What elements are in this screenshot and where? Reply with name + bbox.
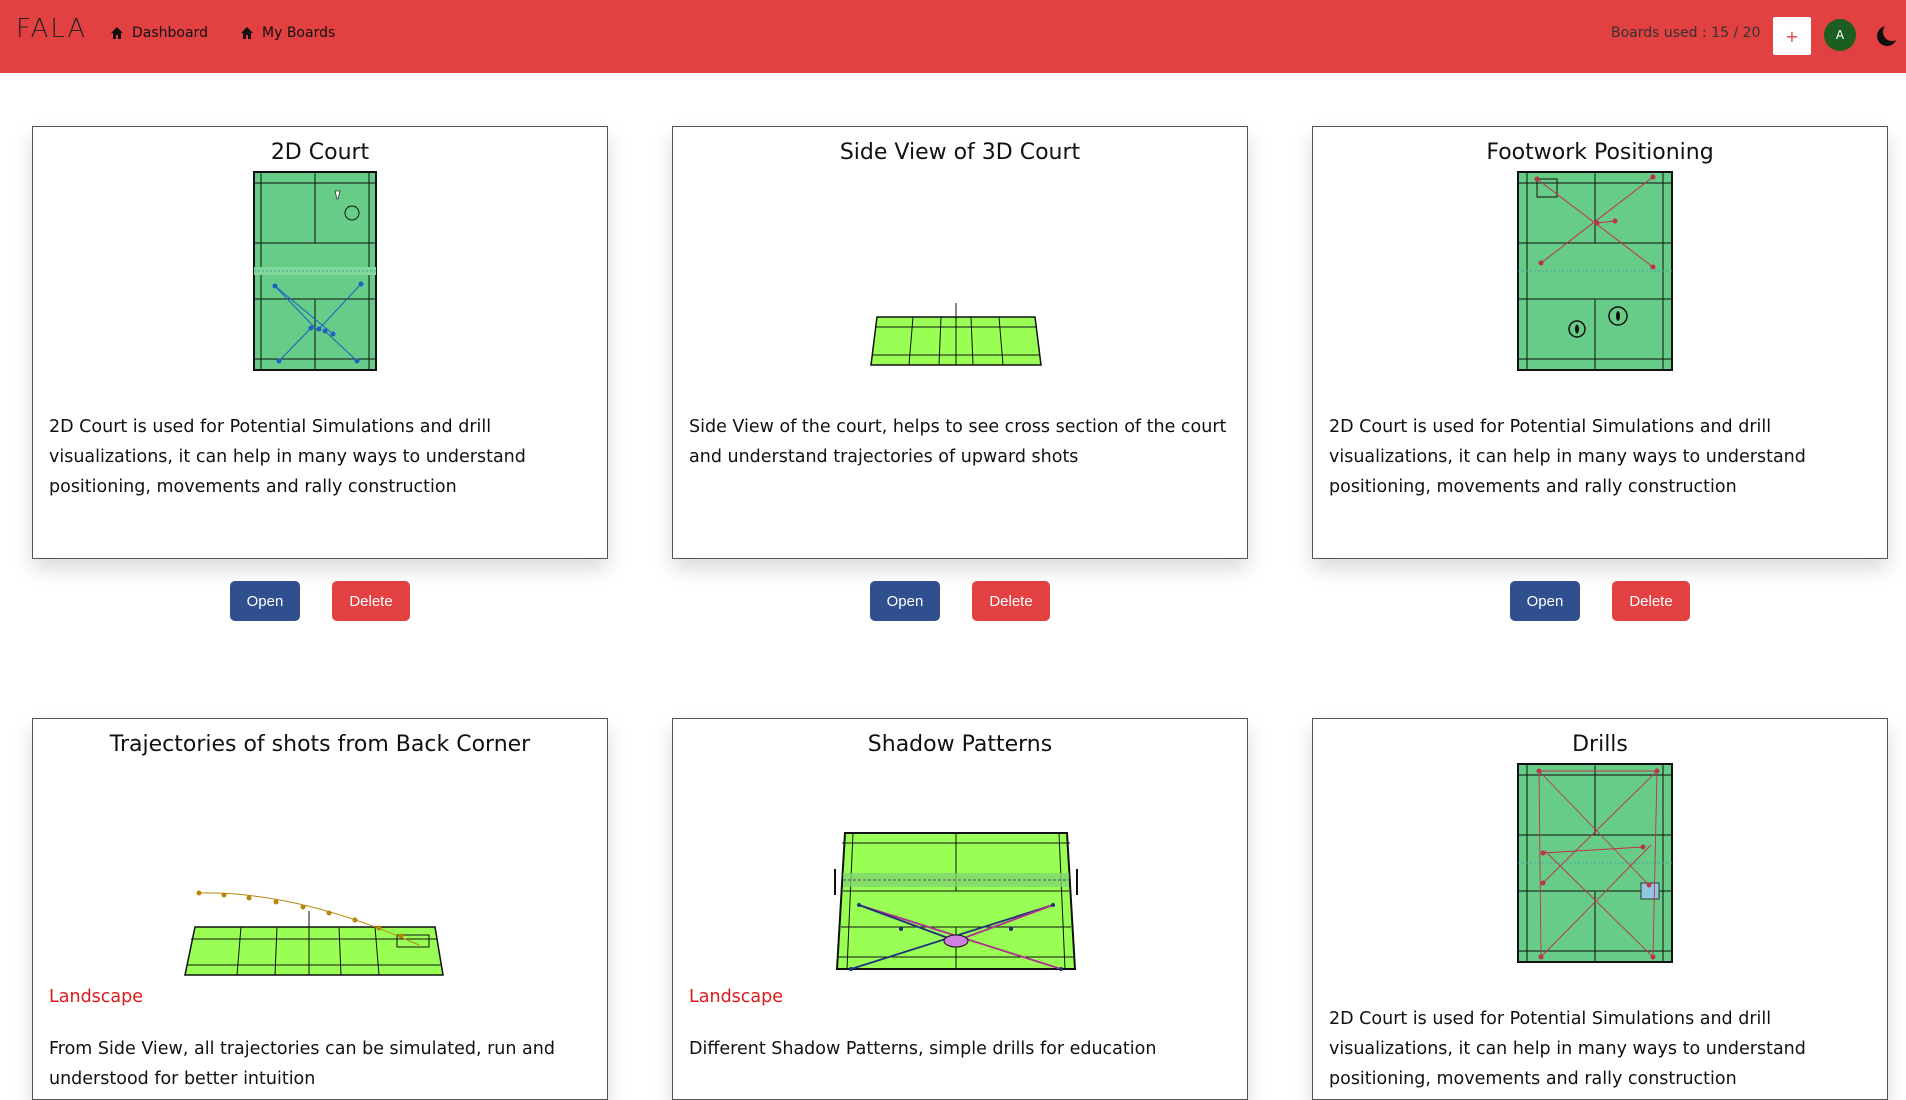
shadow-patterns-thumbnail [834, 832, 1078, 971]
board-description: From Side View, all trajectories can be … [49, 1039, 555, 1089]
board-card-drills: Drills 2D Court is used for Potential Si… [1312, 718, 1888, 1100]
board-card-footwork: Footwork Positioning 2D Court is used fo… [1312, 126, 1888, 559]
board-title: Side View of 3D Court [839, 140, 1081, 165]
delete-button[interactable]: Delete [1612, 581, 1690, 621]
board-title: Shadow Patterns [867, 732, 1053, 757]
board-card-2d-court: 2D Court 2D Court is used for Potential … [32, 126, 608, 559]
trajectory-thumbnail [184, 890, 444, 976]
board-description: 2D Court is used for Potential Simulatio… [1329, 1009, 1806, 1089]
board-description: 2D Court is used for Potential Simulatio… [49, 417, 526, 497]
board-tag: Landscape [49, 987, 144, 1007]
board-title: Footwork Positioning [1486, 140, 1714, 165]
court-3d-side-thumbnail [870, 303, 1042, 366]
board-description: Side View of the court, helps to see cro… [689, 417, 1227, 467]
nav-dashboard-label: Dashboard [132, 25, 208, 41]
board-tag: Landscape [689, 987, 784, 1007]
board-card-shadow-patterns: Shadow Patterns Landscape Different Shad… [672, 718, 1248, 1100]
open-button[interactable]: Open [1510, 581, 1580, 621]
home-icon [241, 27, 253, 39]
footwork-court-thumbnail [1517, 171, 1673, 371]
top-navbar: FALA Dashboard My Boards Boards used : 1… [0, 0, 1906, 73]
drills-court-thumbnail [1517, 763, 1673, 963]
boards-used-counter: Boards used : 15 / 20 [1611, 25, 1761, 41]
board-description: Different Shadow Patterns, simple drills… [689, 1039, 1157, 1059]
add-board-button[interactable]: + [1773, 17, 1811, 55]
nav-my-boards[interactable]: My Boards [240, 25, 335, 41]
avatar[interactable]: A [1824, 19, 1856, 51]
board-title: 2D Court [270, 140, 370, 165]
board-card-side-view: Side View of 3D Court Side View of the c… [672, 126, 1248, 559]
brand-logo[interactable]: FALA [16, 14, 87, 44]
nav-dashboard[interactable]: Dashboard [110, 25, 208, 41]
board-title: Trajectories of shots from Back Corner [109, 732, 531, 757]
open-button[interactable]: Open [870, 581, 940, 621]
board-card-trajectories: Trajectories of shots from Back Corner L… [32, 718, 608, 1100]
open-button[interactable]: Open [230, 581, 300, 621]
board-title: Drills [1572, 732, 1628, 757]
delete-button[interactable]: Delete [972, 581, 1050, 621]
home-icon [111, 27, 123, 39]
nav-my-boards-label: My Boards [262, 25, 336, 41]
board-description: 2D Court is used for Potential Simulatio… [1329, 417, 1806, 497]
moon-icon[interactable] [1874, 23, 1900, 49]
court-2d-thumbnail [253, 171, 377, 371]
delete-button[interactable]: Delete [332, 581, 410, 621]
